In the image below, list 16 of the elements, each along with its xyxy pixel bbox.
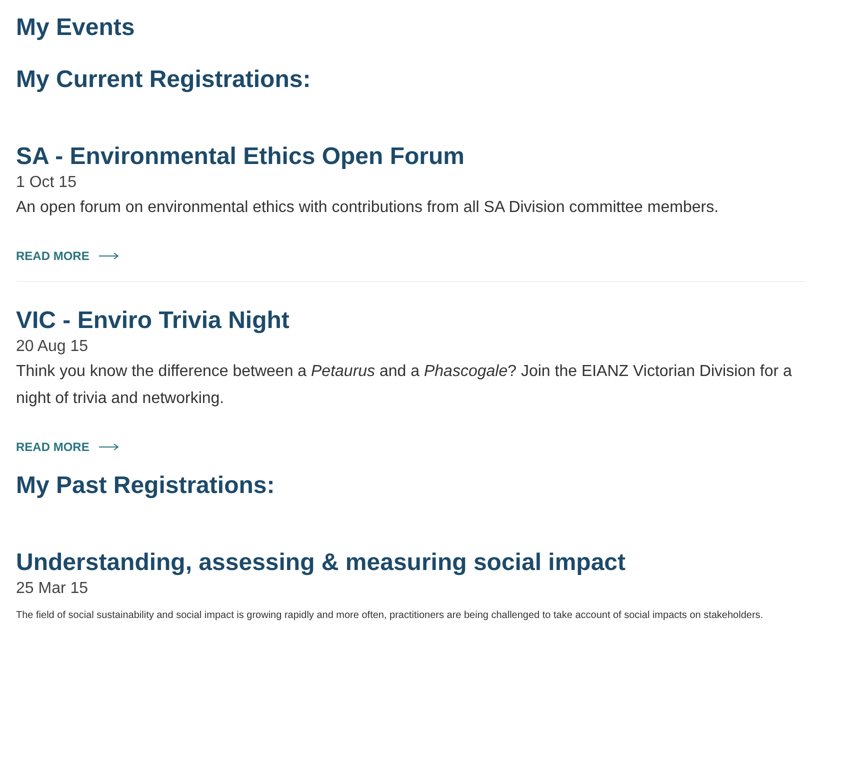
event-date: 25 Mar 15 — [16, 579, 90, 599]
event-title: VIC - Enviro Trivia Night — [16, 306, 290, 336]
arrow-right-icon — [99, 252, 120, 260]
read-more-link[interactable]: READ MORE — [16, 249, 120, 263]
section-heading: My Current Registrations: — [16, 65, 312, 95]
read-more-link[interactable]: READ MORE — [16, 440, 120, 454]
section-heading: My Past Registrations: — [16, 471, 276, 501]
event-title: SA - Environmental Ethics Open Forum — [16, 142, 466, 172]
arrow-right-icon — [99, 443, 120, 451]
event-title: Understanding, assessing & measuring social impact — [16, 548, 627, 578]
event-description: An open forum on environmental ethics with contributions from all SA Division committee members. — [16, 198, 720, 218]
event-description: Think you know the difference between a Petaurus and a Phascogale? Join the EIANZ Victorian Division for a night of trivia and networking. — [16, 362, 793, 409]
page-title: My Events — [16, 13, 136, 43]
event-date: 20 Aug 15 — [16, 337, 90, 357]
event-description: The field of social sustainability and social impact is growing rapidly and more often, practitioners are being challenged to take account of social impacts on stakeholders. — [16, 609, 764, 623]
event-date: 1 Oct 15 — [16, 173, 78, 193]
